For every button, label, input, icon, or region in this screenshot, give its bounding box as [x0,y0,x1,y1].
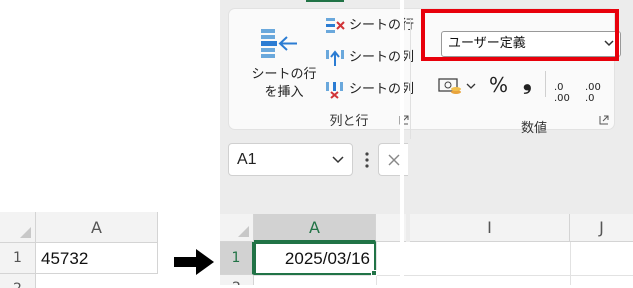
screenshot-splice-line [400,0,404,285]
delete-columns-icon [326,82,343,99]
name-box[interactable]: A1 [228,143,353,176]
decrease-decimal-button[interactable]: .00 .0 [585,71,611,104]
insert-columns-icon [326,50,344,66]
right-arrow-icon [174,249,214,275]
select-all-corner[interactable] [0,212,36,243]
excel-window: シートの行 を挿入 シートの行 シートの列 シートの列 列と行 ユーザー定義 %… [220,0,633,285]
insert-rows-icon [261,29,297,58]
gridline [376,242,377,285]
gridline [570,242,571,285]
before-sheet: A 1 2 45732 [0,212,168,288]
number-separator [545,71,546,97]
row-header-1[interactable]: 1 [0,243,36,274]
highlight-box [421,9,619,61]
group-separator [410,19,411,139]
accounting-format-icon[interactable] [437,74,463,98]
row-header-2[interactable]: 2 [0,274,36,288]
column-header-a[interactable]: A [36,212,158,243]
comma-style-button[interactable]: ❟ [523,70,532,95]
column-header-j[interactable]: J [570,214,633,242]
active-tab-indicator [306,0,344,2]
select-all-corner[interactable] [220,214,254,242]
insert-sheet-rows-button[interactable]: シートの行 を挿入 [249,66,319,102]
number-group-label: 数値 [520,121,547,136]
chevron-down-icon [332,156,344,164]
percent-style-button[interactable]: % [489,73,508,97]
column-header-i[interactable]: I [410,214,570,242]
cell-a1-date-value[interactable]: 2025/03/16 [254,242,376,275]
row-header-2[interactable]: 2 [220,275,254,285]
name-box-value: A1 [237,151,257,168]
delete-rows-icon [326,18,345,33]
gridline [254,275,633,276]
fill-handle[interactable] [371,270,377,276]
increase-decimal-button[interactable]: .0 .00 [554,71,578,104]
rows-columns-group-label: 列と行 [329,114,369,129]
row-header-1[interactable]: 1 [220,242,254,275]
dialog-launcher-icon[interactable] [599,115,609,125]
column-header-a[interactable]: A [254,214,376,242]
chevron-down-icon[interactable] [466,74,476,98]
more-options-icon[interactable] [364,150,370,170]
cell-a1-serial-value[interactable]: 45732 [36,243,158,274]
